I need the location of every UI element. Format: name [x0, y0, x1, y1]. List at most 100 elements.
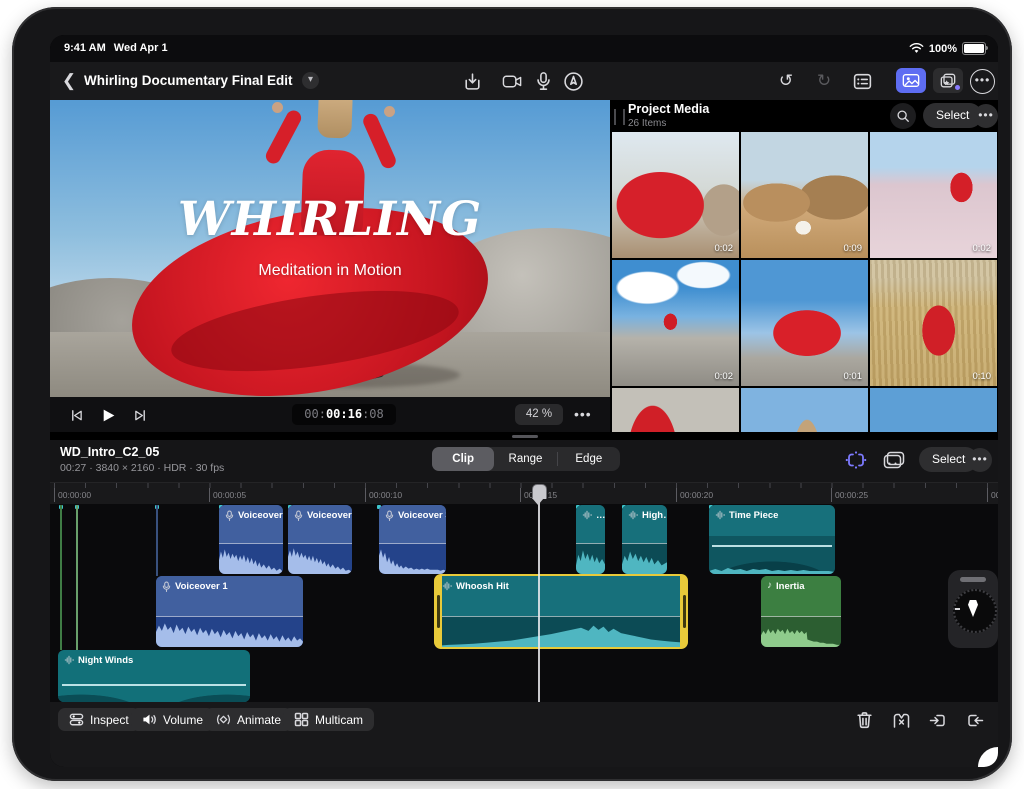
dancer-hat [317, 100, 353, 139]
video-viewer[interactable]: WHIRLING Meditation in Motion [50, 100, 610, 397]
timeline-clip-voiceover3[interactable]: Voiceover 3 [379, 505, 446, 574]
mode-range[interactable]: Range [494, 447, 556, 471]
panel-drag-handle[interactable] [614, 109, 625, 125]
timeline-more-button[interactable]: ••• [968, 448, 992, 472]
clip-label: Voiceover 2 [238, 510, 283, 521]
timeline-clip-whoosh-hit-selected[interactable]: Whoosh Hit [434, 574, 688, 649]
ruler-label: 00:00:25 [831, 488, 868, 502]
connect-overlay-button[interactable] [881, 448, 907, 472]
record-video-button[interactable] [500, 69, 524, 93]
clip-edge-line-green [76, 505, 78, 650]
media-thumbnail-5[interactable]: 0:01 [741, 260, 868, 386]
clip-label: Voiceover 3 [398, 510, 446, 521]
viewer-timeline-divider[interactable] [50, 432, 998, 440]
record-audio-mic-button[interactable] [531, 69, 555, 93]
skip-back-button[interactable] [64, 403, 88, 427]
ruler-label: 00:00:05 [209, 488, 246, 502]
media-thumbnail-9[interactable] [870, 388, 997, 432]
media-thumbnail-1[interactable]: 0:02 [612, 132, 739, 258]
snapping-toggle-button[interactable] [843, 448, 869, 472]
blade-cut-button[interactable] [888, 708, 914, 732]
media-thumbnail-2[interactable]: 0:09 [741, 132, 868, 258]
effects-badge-dot [955, 85, 960, 90]
thumb-duration: 0:09 [843, 243, 863, 254]
project-media-panel: Project Media 26 Items Select ••• 0:02 0… [612, 100, 998, 432]
pencil-draw-button[interactable] [561, 69, 585, 93]
dancer-left-hand [272, 102, 283, 113]
play-button[interactable] [96, 403, 120, 427]
jog-wheel[interactable] [948, 570, 998, 648]
divider-grab-handle[interactable] [512, 435, 538, 438]
animate-button[interactable]: Animate [205, 708, 293, 731]
jog-grip-handle[interactable] [960, 577, 986, 582]
app-screen: 9:41 AM Wed Apr 1 100% ❮ Whirling Documen… [50, 35, 998, 767]
status-time-date: 9:41 AM Wed Apr 1 [64, 42, 176, 54]
status-bar: 9:41 AM Wed Apr 1 100% [50, 35, 998, 62]
timeline-clip-voiceover2b[interactable]: Voiceover 2 [288, 505, 352, 574]
title-chevron-down-icon[interactable]: ▾ [302, 72, 319, 89]
timeline-clip-night-winds[interactable]: Night Winds [58, 650, 250, 702]
redo-button[interactable]: ↻ [812, 69, 836, 93]
wifi-icon [909, 43, 924, 53]
media-thumbnail-6[interactable]: 0:10 [870, 260, 997, 386]
trim-handle-left[interactable] [434, 574, 442, 649]
header-more-button[interactable]: ••• [970, 69, 995, 94]
ruler-label: 00:00:30 [987, 488, 998, 502]
mode-clip[interactable]: Clip [432, 447, 495, 471]
ruler-label: 00:00:20 [676, 488, 713, 502]
timeline-clip-short-audio[interactable]: … [576, 505, 605, 574]
media-thumbnail-3[interactable]: 0:02 [870, 132, 997, 258]
playhead-line[interactable] [538, 484, 540, 702]
media-browser-button-active[interactable] [896, 68, 926, 93]
search-button[interactable] [890, 103, 916, 129]
timeline-clip-voiceover2a[interactable]: Voiceover 2 [219, 505, 283, 574]
inspect-button[interactable]: Inspect [58, 708, 140, 731]
timeline-clip-time-piece[interactable]: Time Piece [709, 505, 835, 574]
media-panel-title: Project Media [628, 102, 710, 116]
delete-trash-button[interactable] [851, 708, 877, 732]
dancer-right-hand [384, 106, 395, 117]
multicam-button[interactable]: Multicam [283, 708, 375, 731]
timeline-ruler[interactable]: 00:00:00 00:00:05 00:00:10 00:00:15 00:0… [50, 482, 998, 505]
jog-dial-mark [955, 608, 960, 610]
undo-button[interactable]: ↺ [774, 69, 798, 93]
media-more-button[interactable]: ••• [974, 104, 998, 128]
back-chevron-icon[interactable]: ❮ [58, 70, 80, 92]
insert-clip-button[interactable] [925, 708, 951, 732]
timeline-clip-high[interactable]: High… [622, 505, 667, 574]
mode-edge[interactable]: Edge [558, 447, 620, 471]
media-thumbnail-8[interactable] [741, 388, 868, 432]
volume-label: Volume [163, 712, 204, 727]
clip-label: Inertia [776, 581, 805, 592]
timeline-clip-inertia[interactable]: ♪ Inertia [761, 576, 841, 647]
index-list-button[interactable] [850, 69, 874, 93]
thumb-duration: 0:02 [972, 243, 992, 254]
multicam-label: Multicam [315, 712, 364, 727]
export-button[interactable] [460, 69, 484, 93]
playhead-handle[interactable] [532, 484, 547, 499]
status-time: 9:41 AM [64, 42, 106, 54]
timeline-header: WD_Intro_C2_05 00:27 · 3840 × 2160 · HDR… [50, 440, 998, 482]
edit-mode-segmented-control: Clip Range Edge [432, 447, 620, 471]
viewer-zoom-level[interactable]: 42 % [515, 404, 563, 425]
skip-forward-button[interactable] [128, 403, 152, 427]
thumb-duration: 0:01 [843, 371, 863, 382]
volume-button[interactable]: Volume [131, 708, 215, 731]
media-thumbnail-7[interactable] [612, 388, 739, 432]
speaker-icon [143, 714, 156, 725]
trim-handle-right[interactable] [680, 574, 688, 649]
keyframe-diamond-icon [216, 714, 231, 725]
transport-bar: 00:00:16:08 42 % ••• [50, 397, 610, 432]
clip-label: … [596, 510, 605, 521]
viewer-subtitle-overlay: Meditation in Motion [258, 262, 402, 279]
effects-button[interactable] [933, 68, 963, 93]
project-title[interactable]: Whirling Documentary Final Edit [84, 73, 293, 88]
clip-label: Voiceover 1 [175, 581, 228, 592]
media-thumbnail-4[interactable]: 0:02 [612, 260, 739, 386]
overwrite-clip-button[interactable] [962, 708, 988, 732]
timeline-clip-voiceover1[interactable]: Voiceover 1 [156, 576, 303, 647]
timeline-tracks[interactable]: Voiceover 2 Voiceover 2 Voiceover 3 … Hi… [50, 504, 998, 702]
timecode-display[interactable]: 00:00:16:08 [292, 404, 396, 425]
viewer-more-button[interactable]: ••• [574, 404, 592, 425]
clip-edge-line-green [60, 505, 62, 650]
